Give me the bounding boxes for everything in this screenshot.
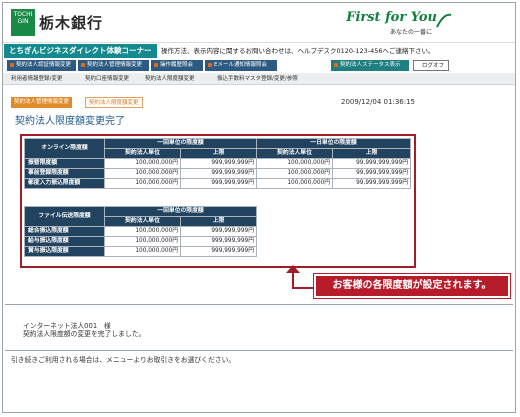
callout-note: お客様の各限度額が設定されます。 — [313, 273, 511, 299]
cell-value: 100,000,000円 — [104, 158, 181, 169]
slogan-mark-icon — [436, 13, 452, 28]
callout-connector — [292, 272, 294, 288]
row-label: 都度入力振込限度額 — [24, 178, 105, 189]
cell-value: 100,000,000円 — [256, 178, 333, 189]
online-limit-table: オンライン限度額 一回単位の限度額 一日単位の限度額 契約法人単位 上限 契約法… — [24, 138, 411, 189]
limit-tables: オンライン限度額 一回単位の限度額 一日単位の限度額 契約法人単位 上限 契約法… — [20, 134, 416, 268]
col-contract-header: 契約法人単位 — [256, 148, 333, 159]
col-limit-header: 上限 — [180, 148, 257, 159]
cell-value: 100,000,000円 — [104, 226, 181, 237]
cell-value: 100,000,000円 — [256, 168, 333, 179]
corner-title: とちぎんビジネスダイレクト体験コーナー — [4, 44, 157, 58]
cell-value: 99,999,999,999円 — [332, 178, 411, 189]
completion-message: 契約法人限度額の変更を完了しました。 — [23, 330, 146, 338]
nav-item-history[interactable]: 操作履歴照会 — [151, 60, 203, 71]
breadcrumb-parent: 契約法人管理情報変更 — [11, 97, 73, 108]
col-limit-header: 上限 — [332, 148, 411, 159]
timestamp: 2009/12/04 01:36:15 — [340, 98, 415, 106]
table-row: 事前登録限度額 100,000,000円 999,999,999円 100,00… — [24, 168, 411, 179]
cell-value: 99,999,999,999円 — [332, 158, 411, 169]
cell-value: 99,999,999,999円 — [332, 168, 411, 179]
col-contract-header: 契約法人単位 — [104, 216, 181, 227]
cell-value: 100,000,000円 — [104, 168, 181, 179]
callout-connector — [292, 287, 314, 289]
nav-item-auth-change[interactable]: 契約法人認証情報変更 — [7, 60, 76, 71]
file-group1-header: 一回単位の限度額 — [104, 206, 257, 217]
row-label: 給与振込限度額 — [24, 236, 105, 247]
subnav-item-fee-master[interactable]: 振込手数料マスタ登録/変更/参照 — [217, 73, 298, 85]
cell-value: 100,000,000円 — [104, 246, 181, 257]
nav-item-status[interactable]: 契約法人ステータス表示 — [331, 60, 409, 71]
nav-item-email-notice[interactable]: Eメール通知情報照会 — [205, 60, 277, 71]
table-row: 都度入力振込限度額 100,000,000円 999,999,999円 100,… — [24, 178, 411, 189]
cell-value: 999,999,999円 — [180, 178, 257, 189]
cell-value: 100,000,000円 — [104, 178, 181, 189]
subnav-item-account-change[interactable]: 契約口座情報変更 — [85, 73, 129, 85]
row-label: 賞与振込限度額 — [24, 246, 105, 257]
slogan: First for You — [346, 10, 437, 25]
file-limit-table: ファイル伝送限度額 一回単位の限度額 契約法人単位 上限 総合振込限度額 100… — [24, 206, 257, 257]
table-row: 総合振込限度額 100,000,000円 999,999,999円 — [24, 226, 257, 237]
divider — [5, 304, 513, 305]
next-step-message: 引き続きご利用される場合は、メニューよりお取引きをお選びください。 — [11, 356, 236, 364]
online-group2-header: 一日単位の限度額 — [256, 138, 411, 149]
row-label: 振替限度額 — [24, 158, 105, 169]
cell-value: 999,999,999円 — [180, 168, 257, 179]
helpdesk-info: 操作方法、表示内容に関するお問い合わせは、ヘルプデスク0120-123-456へ… — [161, 47, 435, 55]
corner-bar: とちぎんビジネスダイレクト体験コーナー 操作方法、表示内容に関するお問い合わせは… — [3, 44, 515, 58]
divider — [5, 350, 513, 351]
online-corner-header: オンライン限度額 — [24, 138, 105, 159]
main-nav: 契約法人認証情報変更 契約法人管理情報変更 操作履歴照会 Eメール通知情報照会 … — [3, 60, 515, 72]
table-row: 給与振込限度額 100,000,000円 999,999,999円 — [24, 236, 257, 247]
cell-value: 100,000,000円 — [256, 158, 333, 169]
online-group1-header: 一回単位の限度額 — [104, 138, 257, 149]
bank-name: 栃木銀行 — [39, 14, 104, 32]
cell-value: 999,999,999円 — [180, 226, 257, 237]
page-frame: TOCHI GIN 栃木銀行 First for You あなたの一番に とちぎ… — [2, 2, 516, 413]
slogan-sub: あなたの一番に — [389, 29, 432, 36]
bank-logo-icon: TOCHI GIN — [11, 9, 35, 36]
table-row: 振替限度額 100,000,000円 999,999,999円 100,000,… — [24, 158, 411, 169]
logout-button[interactable]: ログオフ — [413, 60, 449, 71]
cell-value: 100,000,000円 — [104, 236, 181, 247]
subnav-item-user-register[interactable]: 利用者情報登録/変更 — [11, 73, 62, 85]
cell-value: 999,999,999円 — [180, 158, 257, 169]
table-row: 賞与振込限度額 100,000,000円 999,999,999円 — [24, 246, 257, 257]
page-title: 契約法人限度額変更完了 — [15, 116, 125, 127]
nav-item-manage-change[interactable]: 契約法人管理情報変更 — [78, 60, 149, 71]
cell-value: 999,999,999円 — [180, 236, 257, 247]
cell-value: 999,999,999円 — [180, 246, 257, 257]
sub-nav: 利用者情報登録/変更 契約口座情報変更 契約法人限度額変更 振込手数料マスタ登録… — [3, 73, 515, 85]
col-limit-header: 上限 — [180, 216, 257, 227]
breadcrumb-current: 契約法人限度額変更 — [85, 97, 143, 108]
subnav-item-limit-change[interactable]: 契約法人限度額変更 — [145, 73, 195, 85]
col-contract-header: 契約法人単位 — [104, 148, 181, 159]
row-label: 総合振込限度額 — [24, 226, 105, 237]
row-label: 事前登録限度額 — [24, 168, 105, 179]
site-header: TOCHI GIN 栃木銀行 First for You あなたの一番に — [3, 3, 515, 43]
file-corner-header: ファイル伝送限度額 — [24, 206, 105, 227]
